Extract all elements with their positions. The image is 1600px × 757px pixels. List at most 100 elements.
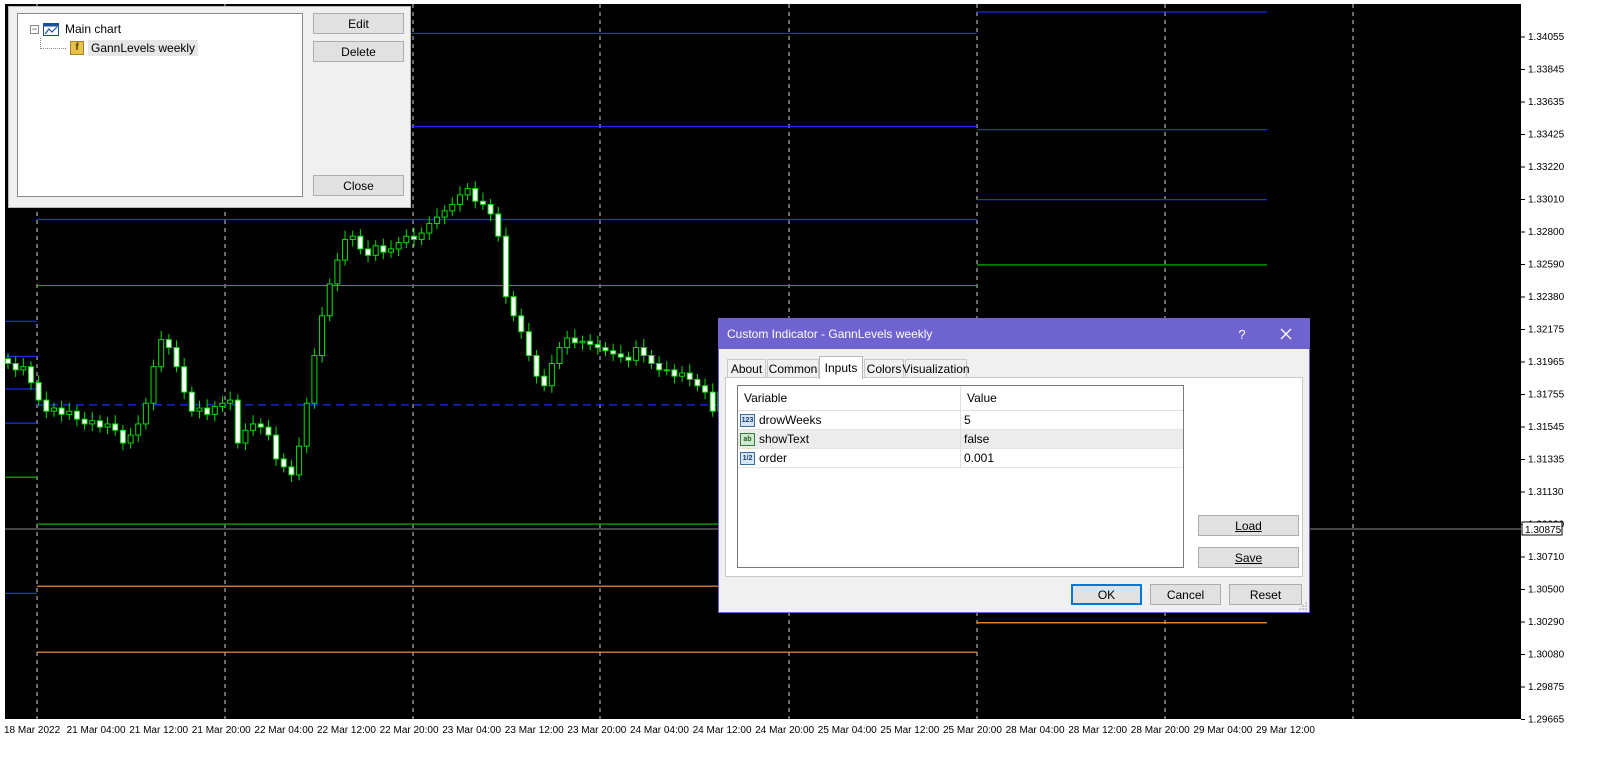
tab-visualization[interactable]: Visualization: [902, 359, 970, 378]
tree-item-main-chart[interactable]: − Main chart: [30, 20, 124, 38]
value-cell[interactable]: 5: [960, 411, 1184, 429]
time-axis-label: 28 Mar 20:00: [1131, 725, 1190, 736]
time-axis-label: 23 Mar 04:00: [442, 725, 501, 736]
candle-body: [433, 216, 440, 225]
table-row[interactable]: ab showText false: [738, 430, 1183, 449]
price-axis-label: 1.31130: [1528, 487, 1564, 498]
indicator-tree[interactable]: − Main chart f GannLevels weekly: [17, 13, 303, 197]
candle-body: [219, 402, 226, 407]
column-header-variable[interactable]: Variable: [738, 386, 960, 410]
candle-body: [257, 423, 264, 428]
tab-common[interactable]: Common: [767, 359, 819, 378]
candle-body: [602, 347, 609, 352]
tab-about[interactable]: About: [727, 359, 766, 378]
time-axis-label: 28 Mar 04:00: [1006, 725, 1065, 736]
candle-body: [12, 362, 19, 371]
time-axis-label: 24 Mar 20:00: [755, 725, 814, 736]
candle-body: [73, 410, 80, 420]
candle-body: [150, 366, 157, 404]
inputs-grid[interactable]: Variable Value 123 drowWeeks 5 ab showTe…: [737, 385, 1184, 568]
time-axis-label: 21 Mar 12:00: [129, 725, 188, 736]
time-axis-label: 18 Mar 2022: [4, 725, 61, 736]
close-button[interactable]: Close: [313, 175, 404, 196]
candle-body: [280, 458, 287, 468]
candle-body: [640, 347, 647, 357]
save-button[interactable]: Save: [1198, 547, 1299, 568]
candle-body: [533, 355, 540, 377]
tree-item-gannlevels[interactable]: f GannLevels weekly: [70, 39, 199, 57]
candle-body: [342, 238, 349, 261]
candle-body: [165, 339, 172, 349]
candle-body: [625, 356, 632, 361]
chart-window-icon: [43, 22, 59, 36]
candle-body: [686, 372, 693, 380]
indicators-window: − Main chart f GannLevels weekly Edit De…: [8, 6, 411, 208]
price-axis-label: 1.29665: [1528, 715, 1565, 726]
table-row[interactable]: 123 drowWeeks 5: [738, 411, 1183, 430]
edit-button[interactable]: Edit: [313, 13, 404, 34]
dialog-title-bar[interactable]: Custom Indicator - GannLevels weekly ?: [719, 319, 1309, 349]
candle-body: [579, 340, 586, 344]
candle-body: [35, 382, 42, 401]
time-axis-label: 23 Mar 12:00: [505, 725, 564, 736]
price-axis-label: 1.33845: [1528, 65, 1565, 76]
price-axis-label: 1.30290: [1528, 617, 1565, 628]
candle-body: [365, 248, 372, 256]
help-button[interactable]: ?: [1227, 319, 1257, 349]
candle-body: [142, 402, 149, 425]
candle-body: [663, 369, 670, 372]
candle-body: [656, 362, 663, 371]
double-type-icon: 1/2: [740, 451, 755, 465]
dialog-close-button[interactable]: [1271, 319, 1301, 349]
reset-button[interactable]: Reset: [1229, 584, 1302, 605]
collapse-icon[interactable]: −: [30, 24, 39, 34]
candle-body: [502, 235, 509, 298]
variable-name: order: [759, 451, 788, 465]
candle-body: [510, 296, 517, 317]
candle-body: [265, 426, 272, 436]
tab-colors[interactable]: Colors: [864, 359, 904, 378]
candle-body: [426, 223, 433, 234]
price-axis-label: 1.32380: [1528, 292, 1565, 303]
time-axis-label: 23 Mar 20:00: [567, 725, 626, 736]
price-axis-label: 1.29875: [1528, 682, 1565, 693]
candle-body: [311, 355, 318, 404]
price-axis-label: 1.30500: [1528, 585, 1565, 596]
candle-body: [388, 248, 394, 253]
candle-body: [158, 339, 165, 368]
time-axis-label: 29 Mar 12:00: [1256, 725, 1315, 736]
tab-inputs[interactable]: Inputs: [819, 356, 863, 379]
delete-button[interactable]: Delete: [313, 41, 404, 62]
candle-body: [326, 283, 333, 317]
column-header-value[interactable]: Value: [960, 386, 1183, 410]
ok-button[interactable]: OK: [1071, 584, 1142, 605]
load-button[interactable]: Load: [1198, 515, 1299, 536]
candle-body: [58, 407, 65, 415]
price-axis-label: 1.34055: [1528, 32, 1565, 43]
boolean-type-icon: ab: [740, 432, 755, 446]
price-axis-label: 1.33425: [1528, 130, 1565, 141]
cancel-button[interactable]: Cancel: [1150, 584, 1221, 605]
value-cell[interactable]: 0.001: [960, 449, 1184, 467]
time-axis-label: 21 Mar 04:00: [67, 725, 126, 736]
candle-body: [525, 331, 532, 357]
resize-grip-icon[interactable]: [1299, 602, 1307, 610]
price-axis-label: 1.33010: [1528, 195, 1565, 206]
candle-body: [556, 347, 563, 364]
table-row[interactable]: 1/2 order 0.001: [738, 449, 1183, 468]
candle-body: [564, 337, 571, 349]
candle-body: [594, 343, 601, 349]
value-cell[interactable]: false: [960, 430, 1184, 448]
candle-body: [181, 366, 188, 393]
candle-body: [702, 385, 709, 393]
candle-body: [188, 391, 195, 412]
candle-body: [319, 315, 326, 357]
candle-body: [495, 213, 502, 237]
candle-body: [27, 366, 34, 384]
candle-body: [464, 188, 471, 196]
variable-name: drowWeeks: [759, 413, 822, 427]
candle-body: [20, 366, 27, 371]
candle-body: [487, 203, 494, 215]
candle-body: [89, 420, 96, 425]
candle-body: [43, 399, 50, 412]
